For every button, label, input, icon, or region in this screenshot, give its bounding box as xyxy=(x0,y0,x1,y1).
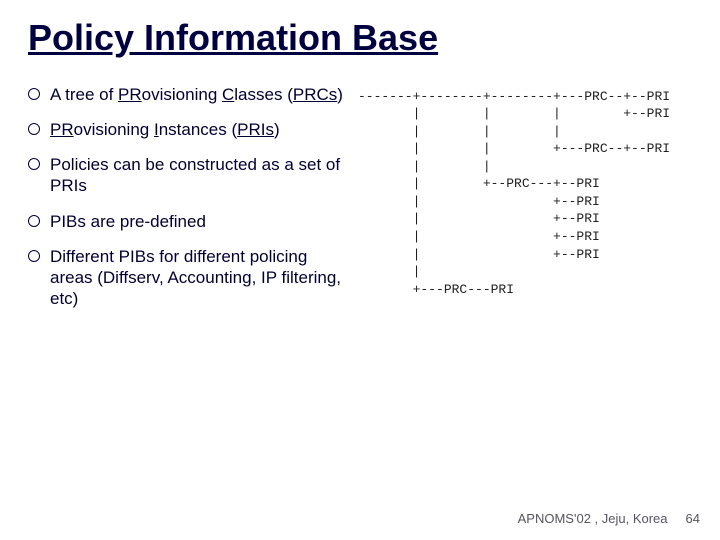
text: Different PIBs for different policing ar… xyxy=(50,247,341,309)
footer: APNOMS'02 , Jeju, Korea 64 xyxy=(0,511,720,526)
slide-body: A tree of PRovisioning Classes (PRCs) PR… xyxy=(28,84,692,324)
bullet-item: Different PIBs for different policing ar… xyxy=(28,246,348,310)
bullet-list: A tree of PRovisioning Classes (PRCs) PR… xyxy=(28,84,348,324)
bullet-item: PIBs are pre-defined xyxy=(28,211,348,232)
text: PIBs are pre-defined xyxy=(50,212,206,231)
text: lasses ( xyxy=(234,85,293,104)
text: ovisioning xyxy=(74,120,154,139)
bullet-item: Policies can be constructed as a set of … xyxy=(28,154,348,197)
text: ovisioning xyxy=(142,85,222,104)
footer-venue: APNOMS'02 , Jeju, Korea xyxy=(518,511,668,526)
slide-title: Policy Information Base xyxy=(28,18,692,58)
text: ) xyxy=(337,85,343,104)
text: A tree of xyxy=(50,85,118,104)
underline: PRIs xyxy=(237,120,274,139)
footer-page-number: 64 xyxy=(686,511,700,526)
underline: PR xyxy=(50,120,74,139)
underline: PR xyxy=(118,85,142,104)
text: nstances ( xyxy=(159,120,237,139)
bullet-item: PRovisioning Instances (PRIs) xyxy=(28,119,348,140)
text: Policies can be constructed as a set of … xyxy=(50,155,340,195)
bullet-item: A tree of PRovisioning Classes (PRCs) xyxy=(28,84,348,105)
underline: C xyxy=(222,85,234,104)
text: ) xyxy=(274,120,280,139)
tree-diagram: -------+--------+--------+---PRC--+--PRI… xyxy=(358,88,670,299)
slide: Policy Information Base A tree of PRovis… xyxy=(0,0,720,540)
underline: PRCs xyxy=(293,85,337,104)
